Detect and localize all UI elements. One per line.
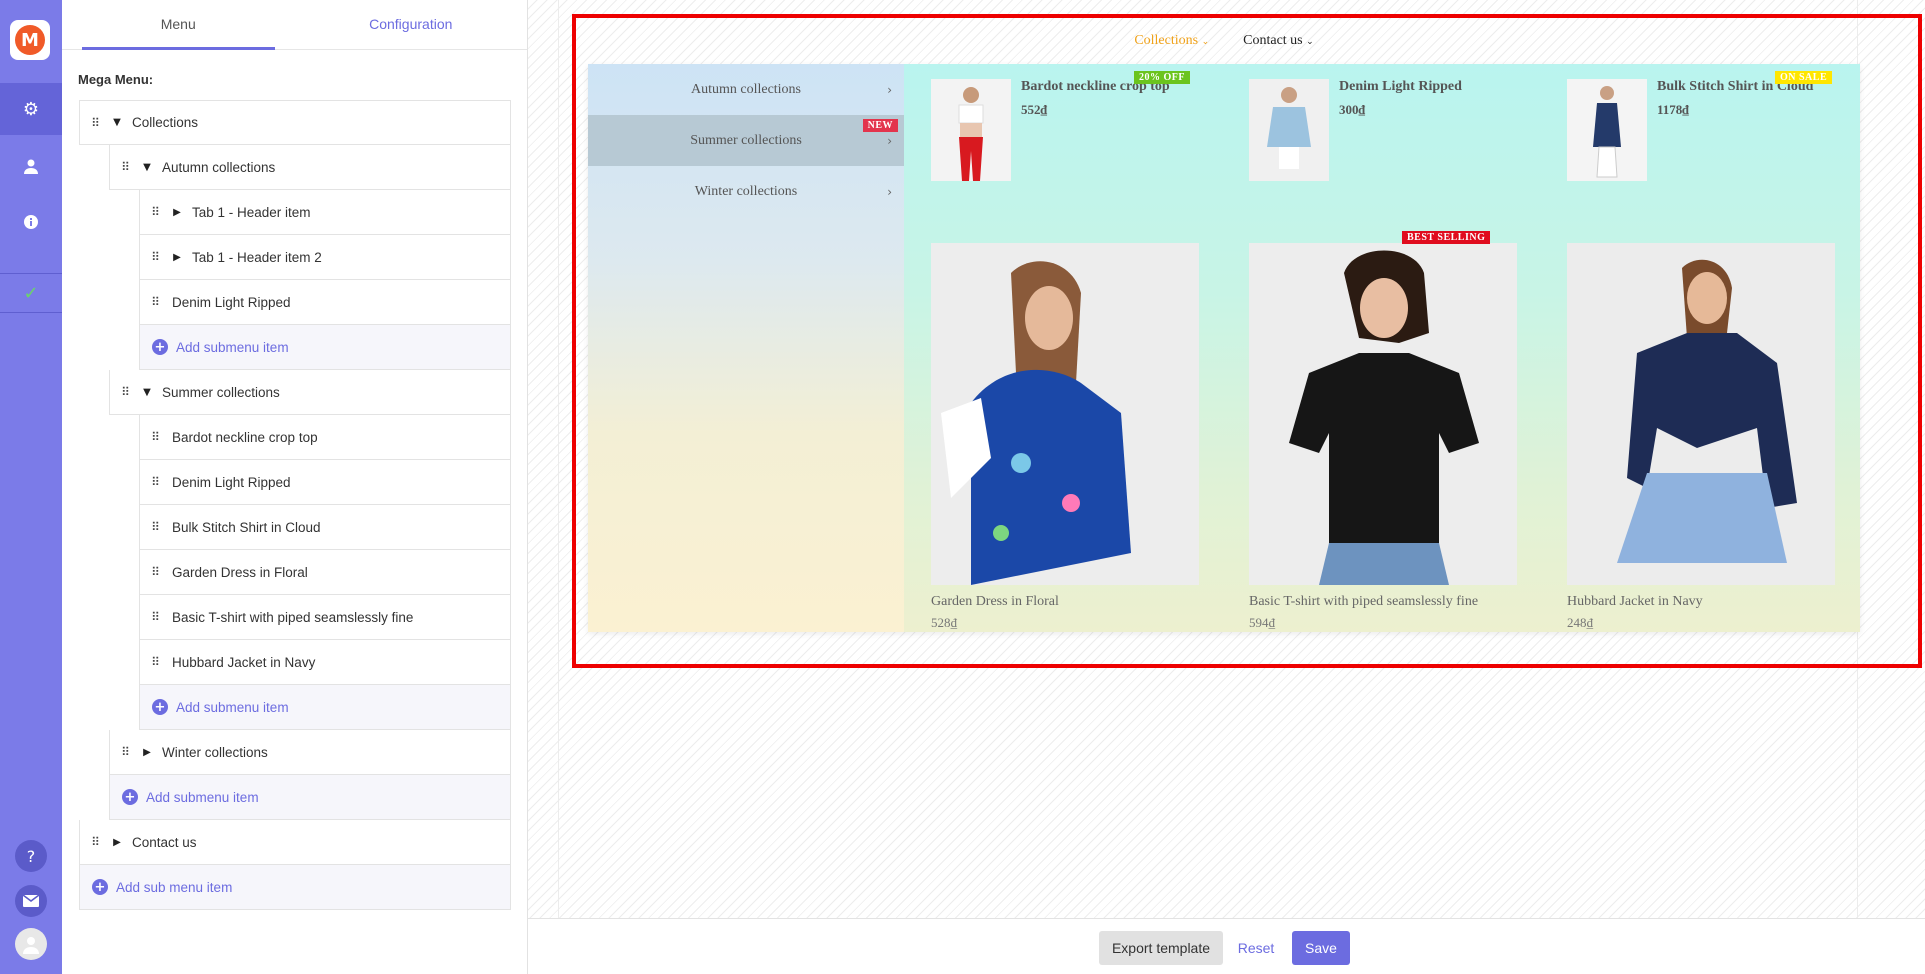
tree-item-denim-autumn[interactable]: ⠿ Denim Light Ripped [139,280,511,325]
reset-button[interactable]: Reset [1234,931,1278,965]
add-submenu-label: Add submenu item [176,339,289,355]
tree-item-label: Summer collections [162,384,280,400]
tree-item-label: Bardot neckline crop top [172,429,318,445]
drag-handle-icon[interactable]: ⠿ [84,835,106,849]
question-icon[interactable]: ? [15,840,47,872]
drag-handle-icon[interactable]: ⠿ [144,520,166,534]
avatar[interactable] [15,928,47,960]
gear-icon[interactable]: ⚙ [0,83,62,135]
tree-item-label: Bulk Stitch Shirt in Cloud [172,519,321,535]
tree-item-label: Garden Dress in Floral [172,564,308,580]
tree-item-label: Hubbard Jacket in Navy [172,654,316,670]
panel-title: Mega Menu: [78,72,154,87]
logo-letter: M [15,25,45,55]
export-template-button[interactable]: Export template [1099,931,1223,965]
tree-item-bardot[interactable]: ⠿ Bardot neckline crop top [139,415,511,460]
tree-item-label: Tab 1 - Header item 2 [192,249,322,265]
add-submenu-label: Add submenu item [146,789,259,805]
add-sub-menu-button[interactable]: + Add sub menu item [79,865,511,910]
tree-item-label: Basic T-shirt with piped seamslessly fin… [172,609,414,625]
tree-item-summer[interactable]: ⠿ ▼ Summer collections [109,370,511,415]
tree-item-collections[interactable]: ⠿ ▼ Collections [79,100,511,145]
caret-down-icon[interactable]: ▼ [136,162,158,173]
drag-handle-icon[interactable]: ⠿ [144,565,166,579]
tab-menu[interactable]: Menu [62,0,295,50]
save-button[interactable]: Save [1292,931,1350,965]
add-submenu-label: Add submenu item [176,699,289,715]
tree-item-label: Winter collections [162,744,268,760]
drag-handle-icon[interactable]: ⠿ [114,385,136,399]
caret-down-icon[interactable]: ▼ [136,387,158,398]
add-sub-menu-label: Add sub menu item [116,879,233,895]
panel-tabs: Menu Configuration [62,0,527,50]
tree-item-label: Collections [132,115,199,130]
tree-item-tab1-header2[interactable]: ⠿ ▶ Tab 1 - Header item 2 [139,235,511,280]
add-submenu-button[interactable]: + Add submenu item [109,775,511,820]
tree-item-denim-summer[interactable]: ⠿ Denim Light Ripped [139,460,511,505]
drag-handle-icon[interactable]: ⠿ [144,610,166,624]
tree-item-winter[interactable]: ⠿ ▶ Winter collections [109,730,511,775]
plus-circle-icon: + [122,789,138,805]
app-logo[interactable]: M [10,20,50,60]
plus-circle-icon: + [152,699,168,715]
caret-right-icon[interactable]: ▶ [136,747,158,758]
plus-circle-icon: + [152,339,168,355]
tree-item-hubbard[interactable]: ⠿ Hubbard Jacket in Navy [139,640,511,685]
tree-item-label: Tab 1 - Header item [192,204,311,220]
tree-item-label: Autumn collections [162,159,276,175]
menu-tree: ⠿ ▼ Collections ⠿ ▼ Autumn collections ⠿… [79,100,511,910]
caret-right-icon[interactable]: ▶ [166,252,188,263]
add-submenu-button[interactable]: + Add submenu item [139,325,511,370]
drag-handle-icon[interactable]: ⠿ [84,116,106,130]
tree-item-label: Denim Light Ripped [172,294,291,310]
mail-icon[interactable] [15,885,47,917]
info-icon[interactable] [0,196,62,248]
drag-handle-icon[interactable]: ⠿ [114,160,136,174]
tree-item-autumn[interactable]: ⠿ ▼ Autumn collections [109,145,511,190]
selection-highlight [572,14,1922,668]
check-icon[interactable]: ✓ [0,273,62,313]
caret-down-icon[interactable]: ▼ [106,117,128,128]
drag-handle-icon[interactable]: ⠿ [144,430,166,444]
caret-right-icon[interactable]: ▶ [166,207,188,218]
tree-item-label: Contact us [132,834,197,850]
caret-right-icon[interactable]: ▶ [106,837,128,848]
drag-handle-icon[interactable]: ⠿ [144,205,166,219]
tree-item-bulk[interactable]: ⠿ Bulk Stitch Shirt in Cloud [139,505,511,550]
plus-circle-icon: + [92,879,108,895]
tree-item-garden[interactable]: ⠿ Garden Dress in Floral [139,550,511,595]
tree-item-contact[interactable]: ⠿ ▶ Contact us [79,820,511,865]
user-icon[interactable] [0,140,62,192]
app-rail: M ⚙ ✓ ? [0,0,62,974]
tree-item-label: Denim Light Ripped [172,474,291,490]
drag-handle-icon[interactable]: ⠿ [144,475,166,489]
tree-item-tab1-header[interactable]: ⠿ ▶ Tab 1 - Header item [139,190,511,235]
drag-handle-icon[interactable]: ⠿ [114,745,136,759]
tree-item-basic[interactable]: ⠿ Basic T-shirt with piped seamslessly f… [139,595,511,640]
add-submenu-button[interactable]: + Add submenu item [139,685,511,730]
tab-configuration[interactable]: Configuration [295,0,528,49]
drag-handle-icon[interactable]: ⠿ [144,655,166,669]
drag-handle-icon[interactable]: ⠿ [144,250,166,264]
menu-panel: Menu Configuration Mega Menu: ⠿ ▼ Collec… [62,0,528,974]
action-bar: Export template Reset Save [528,918,1925,974]
drag-handle-icon[interactable]: ⠿ [144,295,166,309]
